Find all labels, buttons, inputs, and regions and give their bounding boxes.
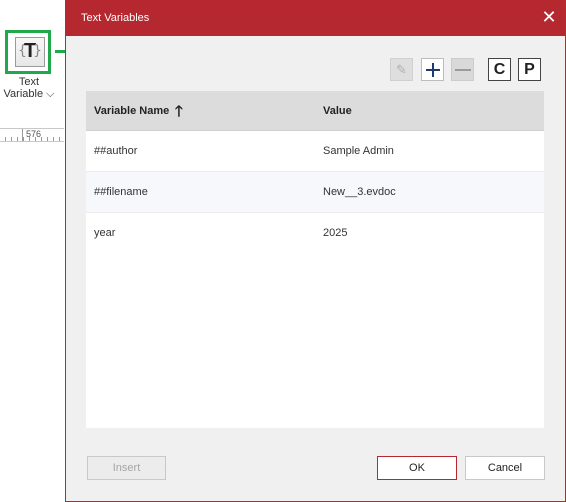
cancel-button[interactable]: Cancel	[465, 456, 545, 480]
close-icon[interactable]: ✕	[537, 6, 561, 30]
column-header-variable-name[interactable]: Variable Name	[94, 105, 169, 117]
text-variables-dialog: Text Variables ✕ ✎ C P Variable Name 🡑 V…	[65, 0, 566, 502]
column-header-value[interactable]: Value	[323, 105, 352, 117]
ok-button[interactable]: OK	[377, 456, 457, 480]
variable-value-cell: Sample Admin	[323, 145, 394, 157]
ruler-mark	[22, 129, 23, 141]
copy-button[interactable]: C	[488, 58, 511, 81]
chevron-down-icon[interactable]: ⌵	[46, 88, 54, 100]
text-variable-icon: {T}	[15, 37, 45, 67]
pencil-icon: ✎	[396, 61, 407, 77]
remove-variable-button[interactable]	[451, 58, 474, 81]
text-variable-label: Text Variable ⌵	[3, 76, 55, 100]
table-row[interactable]: ##author Sample Admin	[86, 131, 544, 172]
variables-table: Variable Name 🡑 Value ##author Sample Ad…	[86, 91, 544, 428]
table-row[interactable]: ##filename New__3.evdoc	[86, 172, 544, 213]
dialog-title: Text Variables	[81, 12, 150, 24]
table-row[interactable]: year 2025	[86, 213, 544, 253]
edit-variable-button[interactable]: ✎	[390, 58, 413, 81]
add-variable-button[interactable]	[421, 58, 444, 81]
variable-name-cell: ##author	[94, 145, 138, 157]
text-variable-button[interactable]: {T} Text Variable ⌵	[2, 30, 56, 102]
green-highlight-box: {T}	[5, 30, 51, 74]
ruler: 576	[0, 128, 64, 142]
variable-value-cell: 2025	[323, 227, 348, 239]
variable-name-cell: ##filename	[94, 186, 148, 198]
variable-name-cell: year	[94, 227, 116, 239]
dialog-titlebar: Text Variables ✕	[66, 1, 565, 36]
variable-value-cell: New__3.evdoc	[323, 186, 396, 198]
sort-up-arrow-icon[interactable]: 🡑	[175, 101, 183, 126]
insert-button[interactable]: Insert	[87, 456, 166, 480]
table-header: Variable Name 🡑 Value	[86, 91, 544, 131]
paste-button[interactable]: P	[518, 58, 541, 81]
ruler-number: 576	[26, 129, 42, 139]
